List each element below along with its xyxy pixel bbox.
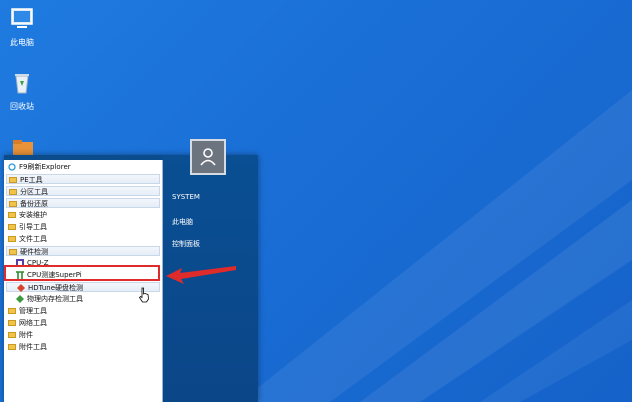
folder-icon xyxy=(9,201,17,207)
computer-icon xyxy=(11,8,33,28)
menu-item-label: 硬件检测 xyxy=(20,248,48,256)
menu-folder-install[interactable]: 安装维护 xyxy=(6,210,160,220)
desktop-icon-this-pc[interactable]: 此电脑 xyxy=(0,6,44,48)
user-icon xyxy=(200,148,216,166)
desktop-icon-label: 此电脑 xyxy=(10,38,34,47)
folder-icon xyxy=(8,212,16,218)
refresh-icon xyxy=(8,163,16,171)
folder-icon xyxy=(8,332,16,338)
menu-item-label: HDTune硬盘检测 xyxy=(28,284,84,292)
menu-item-label: 附件工具 xyxy=(19,343,47,351)
menu-folder-boot[interactable]: 引导工具 xyxy=(6,222,160,232)
menu-item-label: 附件 xyxy=(19,331,33,339)
menu-item-label: 备份还原 xyxy=(20,200,48,208)
menu-item-label: 引导工具 xyxy=(19,223,47,231)
start-menu-program-list: F9刷新Explorer PE工具 分区工具 备份还原 安装维护 引导工具 文件… xyxy=(4,160,163,402)
right-item-control-panel[interactable]: 控制面板 xyxy=(172,239,200,249)
menu-item-label: F9刷新Explorer xyxy=(19,163,71,171)
folder-icon xyxy=(8,320,16,326)
folder-icon xyxy=(8,224,16,230)
menu-item-label: 物理内存检测工具 xyxy=(27,295,83,303)
memory-test-icon xyxy=(16,295,24,303)
menu-folder-management[interactable]: 管理工具 xyxy=(6,306,160,316)
desktop-icon-label: 回收站 xyxy=(10,102,34,111)
recycle-bin-icon xyxy=(15,74,29,94)
menu-folder-backup[interactable]: 备份还原 xyxy=(6,198,160,208)
folder-icon xyxy=(8,236,16,242)
desktop-icon-recycle-bin[interactable]: 回收站 xyxy=(0,70,44,112)
menu-item-refresh-explorer[interactable]: F9刷新Explorer xyxy=(6,162,160,172)
menu-folder-network[interactable]: 网络工具 xyxy=(6,318,160,328)
menu-app-hdtune[interactable]: HDTune硬盘检测 xyxy=(6,282,160,292)
menu-folder-file-tools[interactable]: 文件工具 xyxy=(6,234,160,244)
user-avatar[interactable] xyxy=(190,139,226,175)
hand-cursor-icon xyxy=(138,287,149,303)
folder-icon xyxy=(9,177,17,183)
right-item-this-pc[interactable]: 此电脑 xyxy=(172,217,193,227)
menu-item-label: 安装维护 xyxy=(19,211,47,219)
folder-icon xyxy=(8,308,16,314)
menu-folder-accessory-tools[interactable]: 附件工具 xyxy=(6,342,160,352)
menu-folder-hardware[interactable]: 硬件检测 xyxy=(6,246,160,256)
menu-folder-partition[interactable]: 分区工具 xyxy=(6,186,160,196)
menu-item-label: 管理工具 xyxy=(19,307,47,315)
menu-app-memtest[interactable]: 物理内存检测工具 xyxy=(6,294,160,304)
menu-item-label: 分区工具 xyxy=(20,188,48,196)
folder-icon xyxy=(9,189,17,195)
superpi-highlight-box xyxy=(4,265,160,281)
red-arrow-annotation xyxy=(166,266,236,284)
menu-folder-pe-tools[interactable]: PE工具 xyxy=(6,174,160,184)
menu-item-label: 网络工具 xyxy=(19,319,47,327)
menu-item-label: PE工具 xyxy=(20,176,43,184)
hdtune-icon xyxy=(17,284,25,292)
right-item-system[interactable]: SYSTEM xyxy=(172,193,200,201)
menu-item-label: 文件工具 xyxy=(19,235,47,243)
menu-folder-accessories[interactable]: 附件 xyxy=(6,330,160,340)
folder-icon xyxy=(9,249,17,255)
folder-icon xyxy=(8,344,16,350)
